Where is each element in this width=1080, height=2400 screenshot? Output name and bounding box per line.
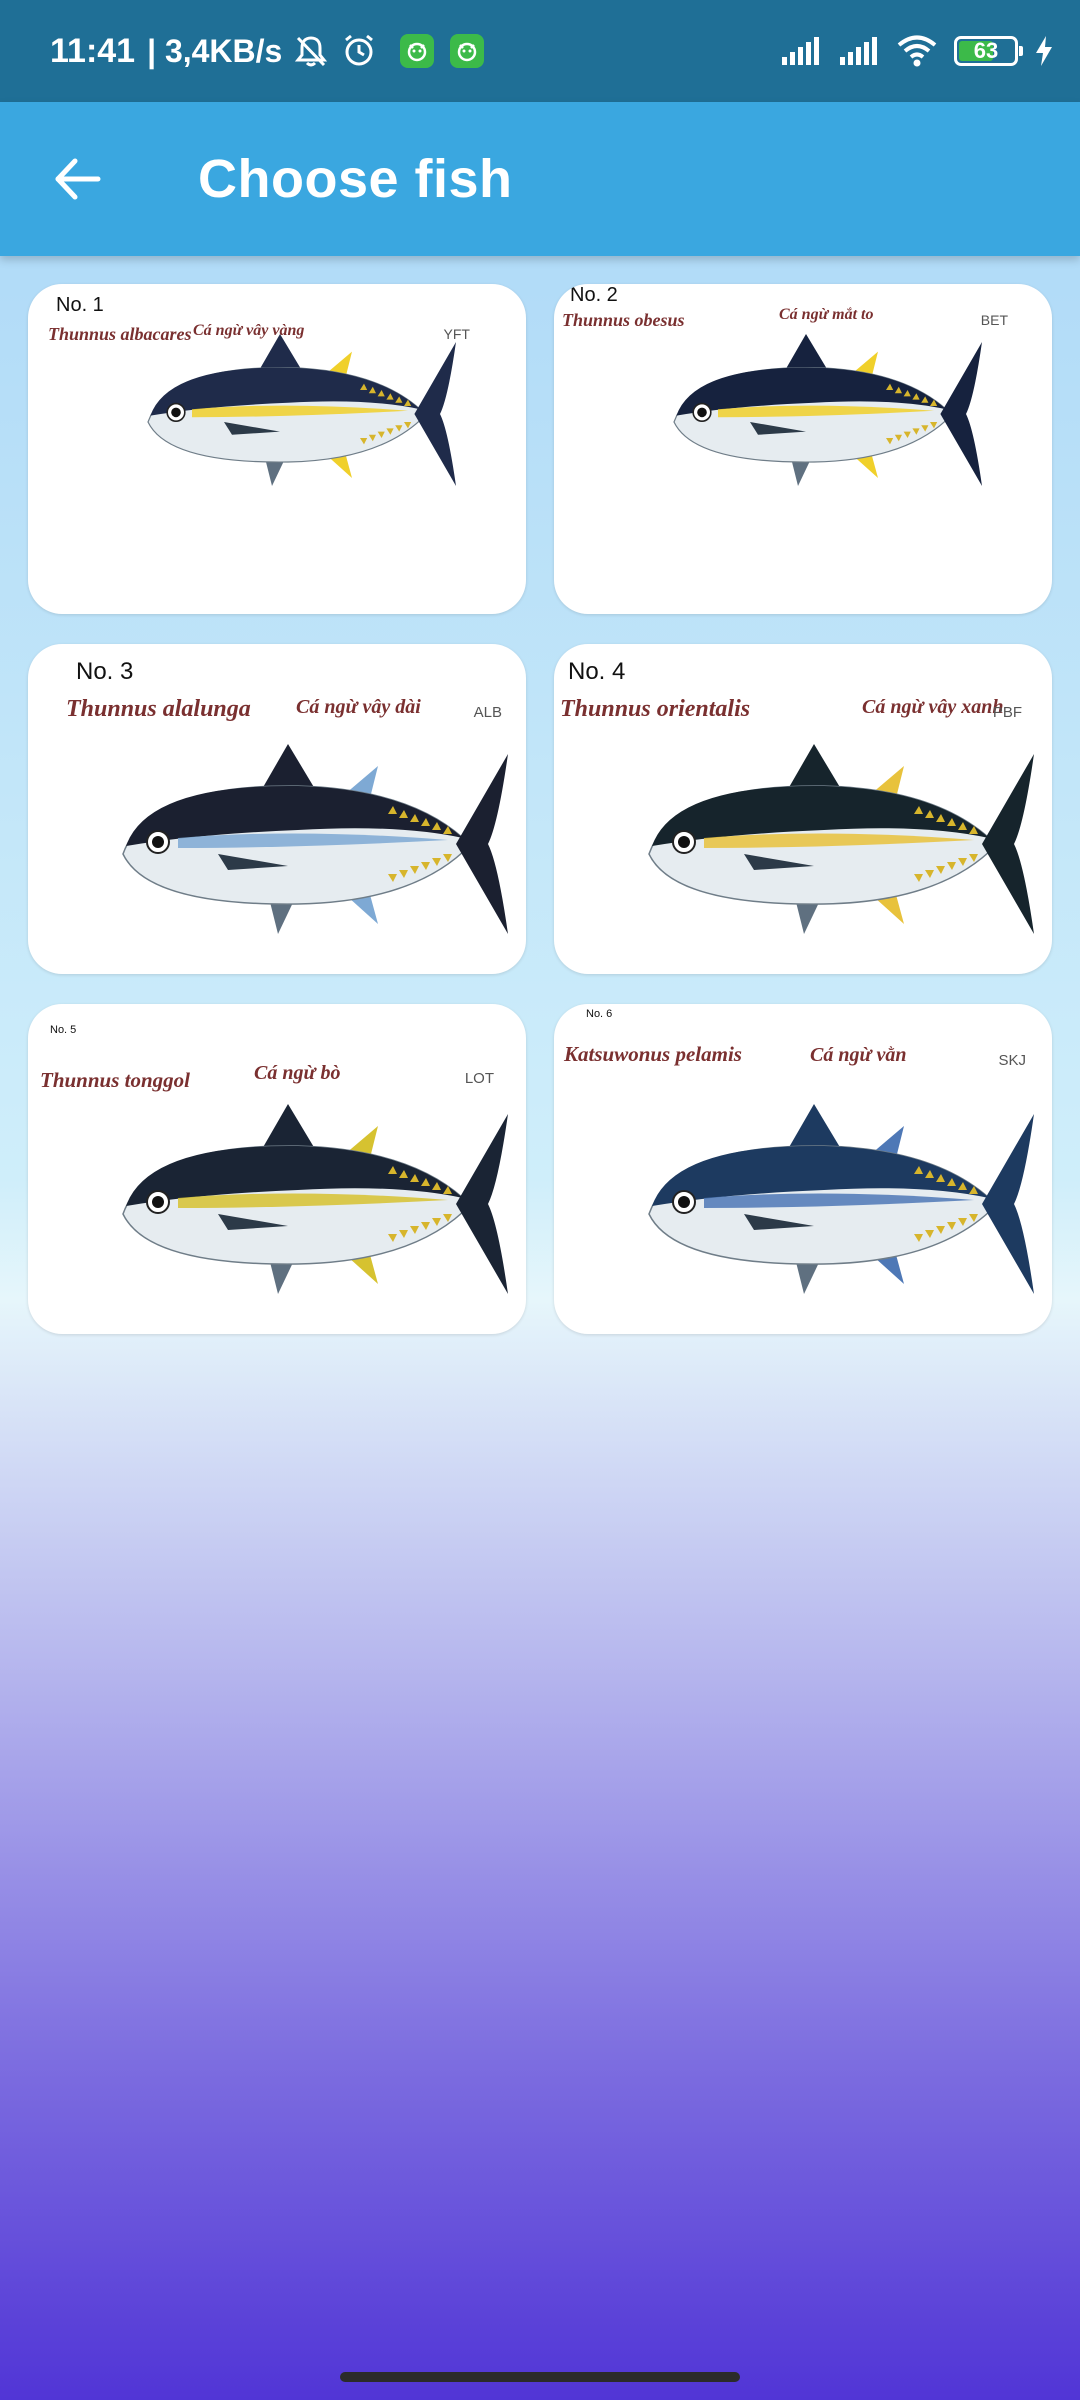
- fish-grid: No. 1 Thunnus albacares Cá ngừ vây vàng …: [28, 284, 1052, 1334]
- fish-code: LOT: [464, 1070, 494, 1087]
- home-indicator[interactable]: [340, 2372, 740, 2382]
- fish-vietnamese-name: Cá ngừ vây dài: [296, 696, 421, 718]
- fish-scientific-name: Thunnus orientalis: [560, 696, 751, 722]
- fish-vietnamese-name: Cá ngừ vằn: [810, 1044, 907, 1066]
- fish-vietnamese-name: Cá ngừ bò: [254, 1062, 341, 1084]
- fish-figure: [147, 334, 456, 486]
- fish-illustration: [673, 334, 982, 486]
- fish-scientific-name: Thunnus albacares: [48, 324, 192, 344]
- network-speed: | 3,4KB/s: [147, 32, 283, 69]
- fish-pupil: [678, 836, 690, 848]
- page-title: Choose fish: [198, 149, 513, 209]
- fish-vietnamese-name: Cá ngừ vây vàng: [193, 322, 305, 339]
- battery-level: 63: [973, 38, 999, 63]
- app-icon: [400, 34, 435, 68]
- status-right: 63: [780, 34, 1054, 68]
- fish-card[interactable]: No. 2 Thunnus obesus Cá ngừ mắt to BET: [554, 284, 1052, 614]
- fish-pupil: [152, 1196, 164, 1208]
- fish-card[interactable]: No. 4 Thunnus orientalis Cá ngừ vây xanh…: [554, 644, 1052, 974]
- fish-scientific-name: Katsuwonus pelamis: [564, 1042, 742, 1066]
- fish-pupil: [678, 1196, 690, 1208]
- charging-icon: [1034, 35, 1054, 67]
- fish-illustration: [122, 1104, 508, 1294]
- fish-illustration: [122, 744, 508, 934]
- fish-figure: [122, 744, 508, 934]
- fish-code: YFT: [443, 326, 470, 342]
- fish-number: No. 4: [568, 658, 626, 685]
- fish-figure: [122, 1104, 508, 1294]
- fish-number: No. 5: [50, 1024, 77, 1036]
- status-time: 11:41: [50, 31, 136, 70]
- app-icon: [450, 34, 485, 68]
- signal-icon: [838, 35, 880, 67]
- fish-code: BET: [980, 312, 1008, 328]
- fish-vietnamese-name: Cá ngừ mắt to: [779, 306, 874, 323]
- back-button[interactable]: [22, 124, 132, 234]
- fish-figure: [673, 334, 982, 486]
- fish-illustration: [648, 744, 1034, 934]
- status-bar: 11:41 | 3,4KB/s 63: [0, 0, 1080, 102]
- tail-fin: [982, 754, 1034, 934]
- app-bar: Choose fish: [0, 102, 1080, 256]
- fish-card[interactable]: No. 3 Thunnus alalunga Cá ngừ vây dài AL…: [28, 644, 526, 974]
- battery-icon: 63: [954, 36, 1023, 66]
- fish-card[interactable]: No. 1 Thunnus albacares Cá ngừ vây vàng …: [28, 284, 526, 614]
- fish-number: No. 1: [56, 294, 104, 316]
- mute-icon: [292, 32, 330, 70]
- wifi-icon: [896, 34, 938, 68]
- fish-card[interactable]: No. 5 Thunnus tonggol Cá ngừ bò LOT: [28, 1004, 526, 1334]
- fish-pupil: [152, 836, 164, 848]
- fish-vietnamese-name: Cá ngừ vây xanh: [862, 696, 1004, 718]
- fish-number: No. 6: [586, 1008, 613, 1020]
- fish-card[interactable]: No. 6 Katsuwonus pelamis Cá ngừ vằn SKJ: [554, 1004, 1052, 1334]
- tail-fin: [456, 1114, 508, 1294]
- tail-fin: [456, 754, 508, 934]
- fish-code: SKJ: [998, 1052, 1026, 1069]
- fish-pupil: [697, 407, 707, 418]
- fish-pupil: [171, 407, 181, 418]
- fish-figure: [648, 744, 1034, 934]
- fish-number: No. 2: [570, 284, 618, 306]
- signal-icon: [780, 35, 822, 67]
- tail-fin: [940, 342, 982, 486]
- fish-figure: [648, 1104, 1034, 1294]
- fish-code: PBF: [992, 704, 1022, 721]
- fish-code: ALB: [473, 704, 502, 721]
- fish-scientific-name: Thunnus tonggol: [40, 1068, 190, 1092]
- tail-fin: [982, 1114, 1034, 1294]
- tail-fin: [414, 342, 456, 486]
- fish-number: No. 3: [76, 658, 134, 685]
- arrow-left-icon: [55, 158, 101, 200]
- fish-scientific-name: Thunnus alalunga: [66, 696, 251, 722]
- alarm-icon: [340, 32, 378, 70]
- fish-scientific-name: Thunnus obesus: [562, 310, 685, 330]
- status-left: 11:41 | 3,4KB/s: [50, 31, 485, 71]
